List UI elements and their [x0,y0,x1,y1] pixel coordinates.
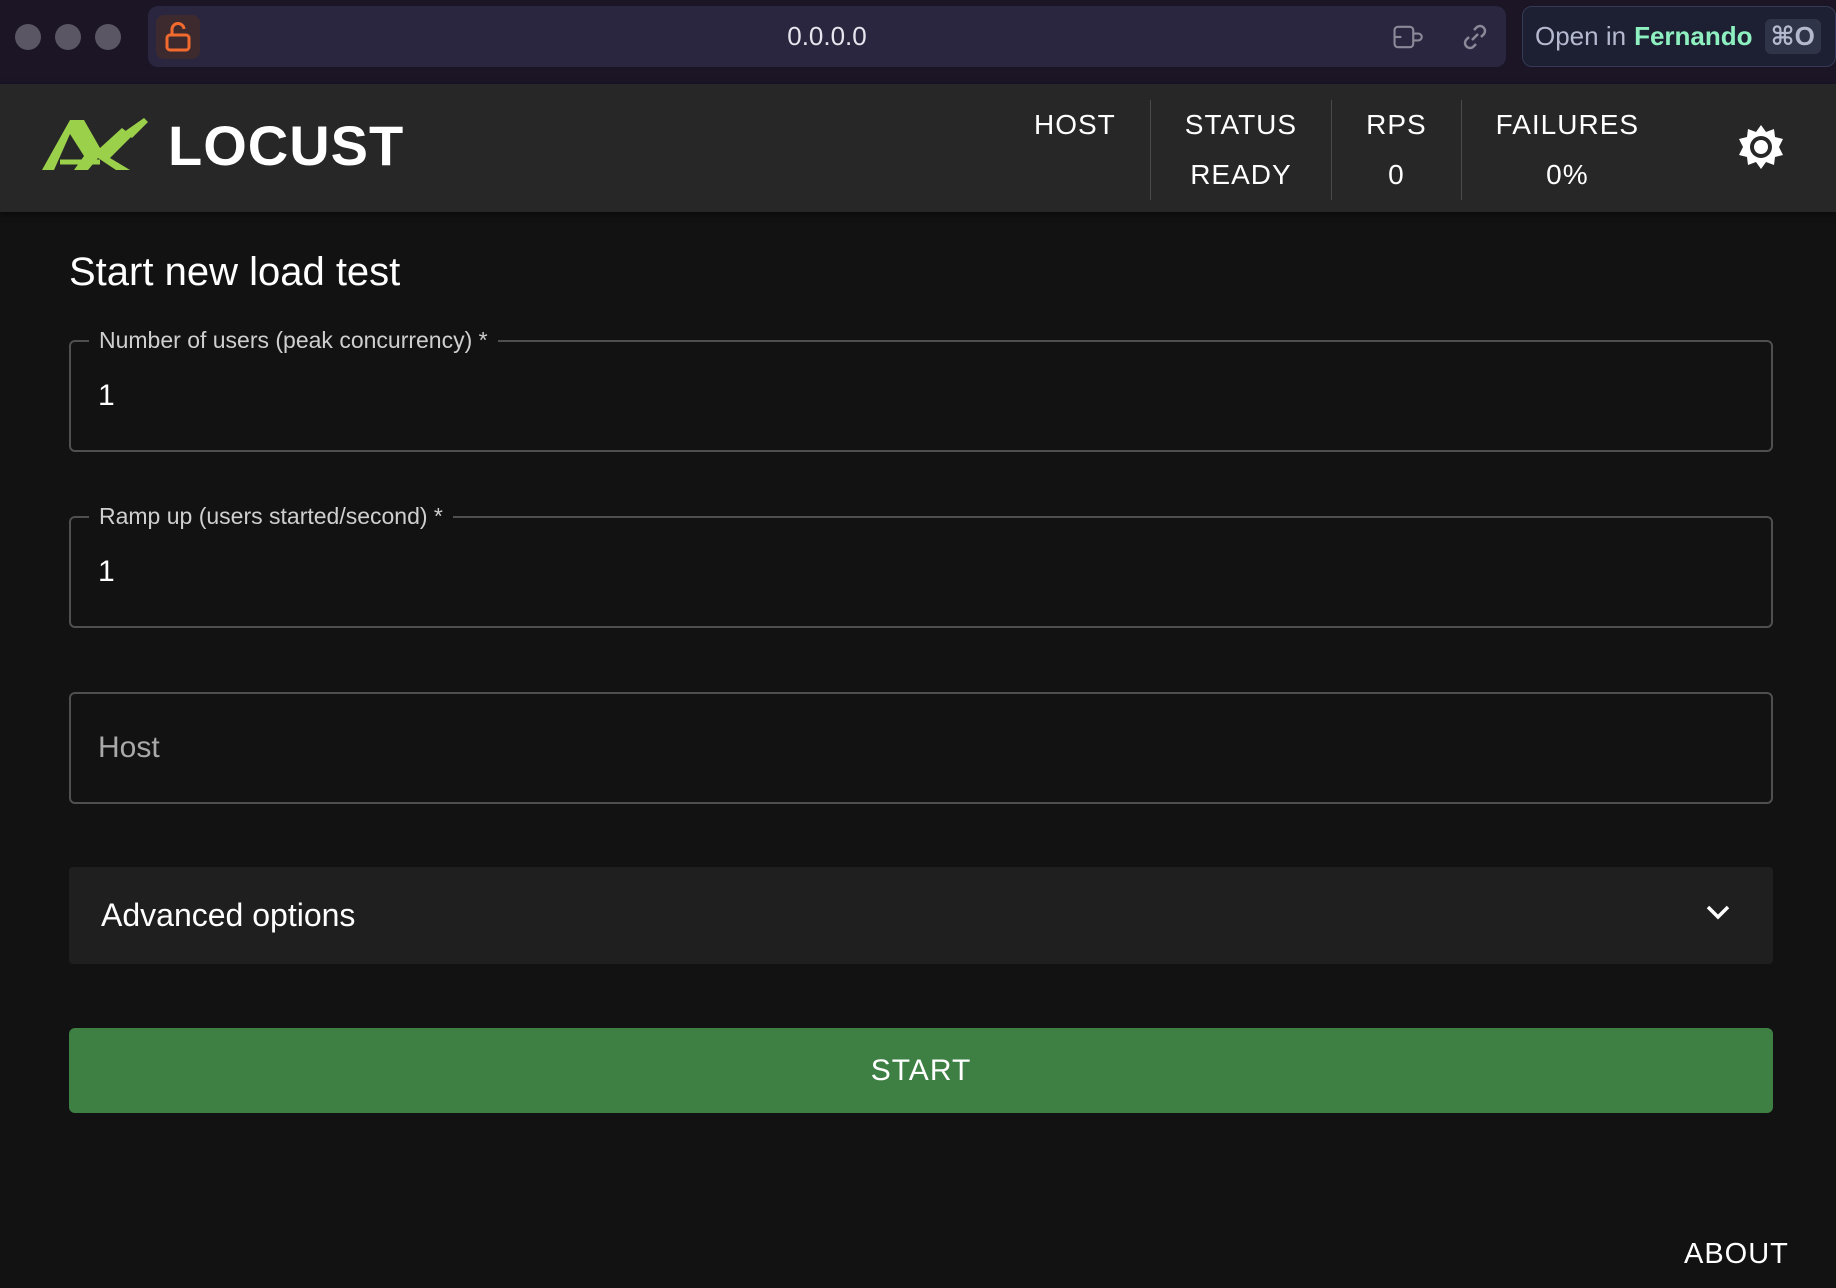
users-field[interactable]: Number of users (peak concurrency) * [69,325,1773,452]
stat-host-label: HOST [1034,109,1116,140]
open-in-shortcut: ⌘O [1764,19,1821,54]
stat-host: HOST [1000,100,1150,200]
host-input[interactable] [71,694,1771,802]
start-button[interactable]: START [69,1028,1773,1113]
logo-text: LOCUST [168,114,405,177]
users-input[interactable] [71,342,1771,450]
stat-failures-value: 0% [1546,159,1589,190]
open-in-prefix: Open in [1535,21,1627,51]
host-field[interactable] [69,692,1773,804]
chevron-down-icon [1706,905,1730,920]
stat-rps: RPS 0 [1331,100,1461,200]
window-close-button[interactable] [15,24,41,50]
url-text[interactable]: 0.0.0.0 [787,21,867,52]
brightness-icon [1739,125,1783,169]
theme-toggle-button[interactable] [1734,120,1788,174]
stat-rps-label: RPS [1366,109,1427,140]
stat-status: STATUS READY [1149,100,1331,200]
open-in-app-button[interactable]: Open in Fernando ⌘O [1522,6,1836,67]
page-title: Start new load test [69,250,401,294]
window-maximize-button[interactable] [95,24,121,50]
stat-status-label: STATUS [1184,109,1298,140]
advanced-options-label: Advanced options [101,897,356,933]
link-icon[interactable] [1458,21,1492,53]
window-minimize-button[interactable] [55,24,81,50]
reader-icon[interactable] [1392,21,1426,53]
address-bar[interactable]: 0.0.0.0 [148,6,1506,67]
ramp-up-input[interactable] [71,518,1771,626]
stats-bar: HOST STATUS READY RPS 0 FAILURES 0% [1000,100,1673,200]
stat-failures: FAILURES 0% [1460,100,1673,200]
advanced-options-accordion[interactable]: Advanced options [69,867,1773,964]
locust-logo-icon [42,118,148,170]
unlock-icon[interactable] [156,15,200,59]
stat-rps-value: 0 [1388,159,1405,190]
ramp-up-field[interactable]: Ramp up (users started/second) * [69,501,1773,628]
app-header: LOCUST HOST STATUS READY RPS 0 FAILURES … [0,84,1836,212]
open-in-app-name: Fernando [1634,21,1753,51]
stat-status-value: READY [1190,159,1292,190]
browser-chrome: 0.0.0.0 Open in Fernando ⌘O [0,0,1836,84]
stat-failures-label: FAILURES [1495,109,1640,140]
about-link[interactable]: ABOUT [1684,1238,1789,1271]
locust-logo[interactable]: LOCUST [40,118,404,174]
